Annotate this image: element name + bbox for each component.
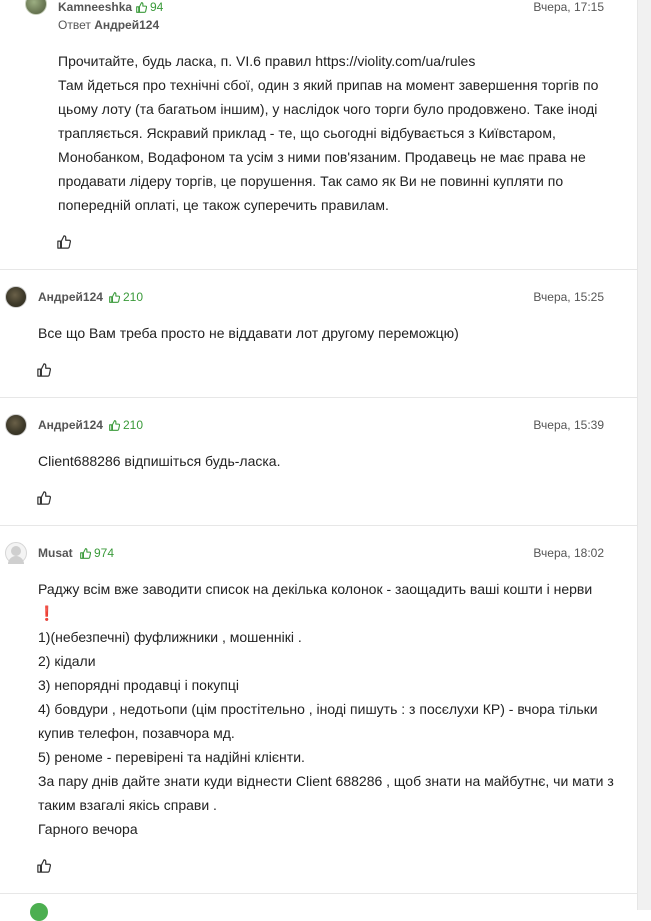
rating-value: 94 [150, 0, 164, 14]
comment-line: За пару днів дайте знати куди віднести C… [38, 773, 614, 789]
author-name[interactable]: Андрей124 [38, 290, 103, 304]
comment-line: цьому лоту (та багатьом іншим), у наслід… [58, 101, 598, 117]
thumbs-up-icon [109, 419, 120, 431]
comment-line: ❗ [38, 605, 56, 621]
comment-line: 3) непорядні продавці і покупці [38, 677, 239, 693]
like-button[interactable] [57, 235, 73, 251]
rating-value: 974 [94, 546, 115, 560]
avatar[interactable] [5, 286, 27, 308]
user-rating: 210 [109, 290, 143, 304]
comment-line: попередній оплаті, це також суперечить п… [58, 197, 389, 213]
user-rating: 94 [136, 0, 163, 14]
reply-prefix: Ответ [58, 18, 91, 32]
comment-line: Прочитайте, будь ласка, п. VI.6 правил h… [58, 53, 476, 69]
user-rating: 974 [80, 546, 114, 560]
reply-to: Ответ Андрей124 [58, 18, 159, 32]
thumbs-up-outline-icon [37, 491, 52, 505]
avatar[interactable] [25, 0, 47, 15]
thumbs-up-outline-icon [37, 859, 52, 873]
comment-line: 4) бовдури , недотьопи (цім простітельно… [38, 701, 598, 717]
comment-line: Монобанком, Водафоном та усім з ними пов… [58, 149, 586, 165]
comment-line: продавати лідеру торгів, це порушення. Т… [58, 173, 564, 189]
comment-line: Раджу всім вже заводити список на декіль… [38, 581, 593, 597]
avatar[interactable] [5, 414, 27, 436]
comment-body: Раджу всім вже заводити список на декіль… [38, 577, 614, 841]
comment-divider [0, 893, 637, 894]
comment-line: Все що Вам треба просто не віддавати лот… [38, 325, 459, 341]
comment-divider [0, 269, 637, 270]
comment-divider [0, 397, 637, 398]
comment-line: 5) реноме - перевірені та надійні клієнт… [38, 749, 305, 765]
author-name[interactable]: Андрей124 [38, 418, 103, 432]
comment-line: трапляється. Яскравий приклад - те, що с… [58, 125, 556, 141]
comment-divider [0, 525, 637, 526]
comment-line: Гарного вечора [38, 821, 138, 837]
comment-line: таким взагалі якісь справи . [38, 797, 217, 813]
thumbs-up-icon [109, 291, 120, 303]
comment-line: Там йдеться про технічні сбої, один з як… [58, 77, 599, 93]
comment-body: Все що Вам треба просто не віддавати лот… [38, 321, 459, 345]
avatar[interactable] [30, 903, 48, 921]
author-name[interactable]: Kamneeshka [58, 0, 132, 14]
user-rating: 210 [109, 418, 143, 432]
avatar[interactable] [5, 542, 27, 564]
comment-body: Client688286 відпишіться будь-ласка. [38, 449, 280, 473]
comment-time: Вчера, 17:15 [533, 0, 604, 14]
thumbs-up-icon [136, 1, 147, 13]
author-name[interactable]: Musat [38, 546, 73, 560]
like-button[interactable] [37, 363, 53, 379]
comment-time: Вчера, 15:39 [533, 418, 604, 432]
rating-value: 210 [123, 290, 144, 304]
thumbs-up-icon [80, 547, 91, 559]
thumbs-up-outline-icon [57, 235, 72, 249]
comment-body: Прочитайте, будь ласка, п. VI.6 правил h… [58, 49, 598, 217]
comment-time: Вчера, 18:02 [533, 546, 604, 560]
like-button[interactable] [37, 859, 53, 875]
reply-to-author[interactable]: Андрей124 [94, 18, 159, 32]
comment-line: купив телефон, позавчора мд. [38, 725, 235, 741]
like-button[interactable] [37, 491, 53, 507]
rating-value: 210 [123, 418, 144, 432]
comment-time: Вчера, 15:25 [533, 290, 604, 304]
thumbs-up-outline-icon [37, 363, 52, 377]
comment-line: 1)(небезпечні) фуфлижники , мошеннікі . [38, 629, 302, 645]
comment-line: 2) кідали [38, 653, 96, 669]
scrollbar[interactable] [637, 0, 651, 910]
comment-line: Client688286 відпишіться будь-ласка. [38, 453, 281, 469]
